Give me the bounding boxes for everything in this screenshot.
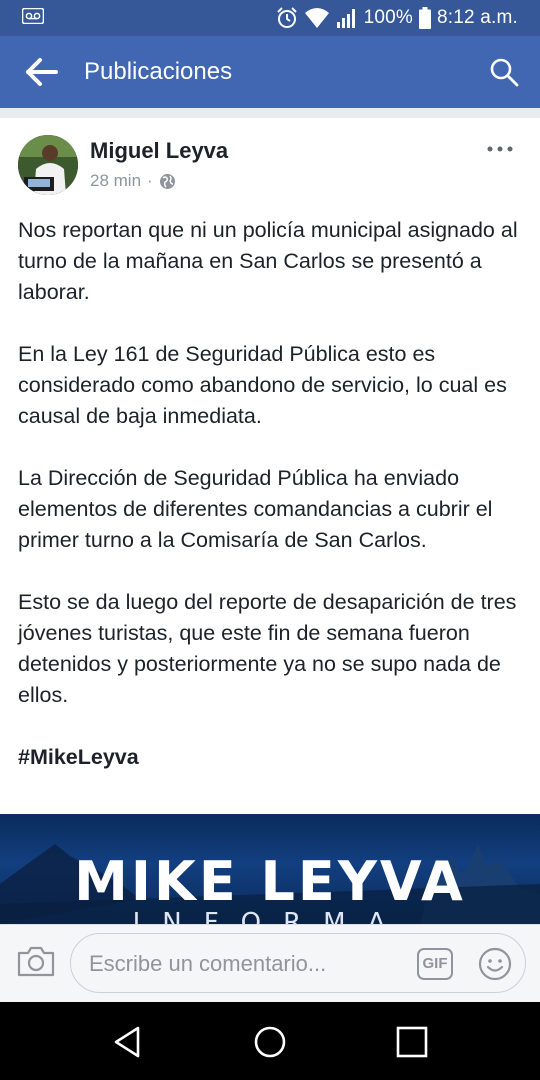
- battery-percent: 100%: [363, 7, 413, 28]
- post-image[interactable]: MIKE LEYVA INFORMA: [0, 814, 540, 924]
- post-paragraph: En la Ley 161 de Seguridad Pública esto …: [18, 342, 507, 428]
- globe-icon: [159, 173, 175, 189]
- post-paragraph: La Dirección de Seguridad Pública ha env…: [18, 466, 493, 552]
- post-meta: 28 min ·: [90, 171, 176, 191]
- avatar-image: [18, 135, 78, 195]
- app-bar: Publicaciones: [0, 36, 540, 108]
- nav-home-icon[interactable]: [252, 1024, 288, 1060]
- signal-icon: [336, 9, 355, 28]
- post-paragraph: Esto se da luego del reporte de desapari…: [18, 590, 517, 707]
- comment-input[interactable]: Escribe un comentario... GIF: [70, 933, 526, 993]
- hashtag-link[interactable]: #MikeLeyva: [18, 742, 526, 773]
- post-author[interactable]: Miguel Leyva: [90, 138, 228, 164]
- clock: 8:12 a.m.: [436, 7, 518, 28]
- nav-recent-apps-icon[interactable]: [396, 1026, 428, 1058]
- banner-title: MIKE LEYVA: [74, 850, 466, 913]
- alarm-icon: [276, 7, 297, 28]
- avatar[interactable]: [18, 135, 78, 195]
- system-nav-bar: [0, 1002, 540, 1080]
- camera-icon[interactable]: [16, 943, 56, 979]
- battery-icon: [418, 7, 431, 29]
- search-icon[interactable]: [488, 56, 520, 88]
- post-paragraph: Nos reportan que ni un policía municipal…: [18, 218, 518, 304]
- post-text: Nos reportan que ni un policía municipal…: [18, 215, 526, 773]
- more-options-icon[interactable]: [486, 144, 514, 154]
- comment-placeholder: Escribe un comentario...: [89, 951, 327, 976]
- post-time[interactable]: 28 min: [90, 171, 141, 191]
- gif-button[interactable]: GIF: [417, 948, 453, 980]
- nav-back-icon[interactable]: [110, 1024, 146, 1060]
- meta-separator: ·: [147, 171, 153, 190]
- back-arrow-icon[interactable]: [24, 56, 60, 88]
- wifi-icon: [304, 8, 329, 28]
- post-card: Miguel Leyva 28 min · Nos reportan que n…: [0, 118, 540, 814]
- page-title: Publicaciones: [84, 58, 233, 85]
- banner-subtitle: INFORMA: [132, 908, 408, 924]
- emoji-icon[interactable]: [477, 946, 513, 982]
- status-icons: 100% 8:12 a.m.: [276, 6, 518, 30]
- voicemail-icon: [22, 8, 44, 24]
- status-bar: 100% 8:12 a.m.: [0, 0, 540, 36]
- comment-bar: Escribe un comentario... GIF: [0, 924, 540, 1003]
